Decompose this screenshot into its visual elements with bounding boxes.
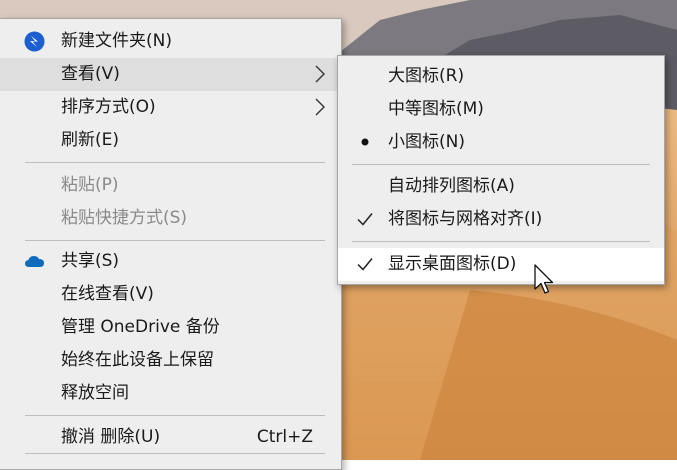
submenu-separator	[352, 241, 650, 242]
submenu-item-label: 自动排列图标(A)	[388, 176, 515, 196]
submenu-item-label: 中等图标(M)	[388, 99, 484, 119]
menu-item-label: 刷新(E)	[61, 130, 120, 150]
menu-item-label: 粘贴(P)	[61, 175, 119, 195]
menu-item-new-folder[interactable]: 新建文件夹(N)	[0, 25, 341, 58]
submenu-item-label: 大图标(R)	[388, 66, 465, 86]
view-submenu: 大图标(R) 中等图标(M) 小图标(N) 自动排列图标(A) 将图标与网格对齐…	[337, 55, 665, 285]
menu-item-paste-shortcut[interactable]: 粘贴快捷方式(S)	[0, 202, 341, 235]
menu-item-label: 释放空间	[61, 383, 129, 403]
checkmark-icon	[356, 255, 374, 273]
submenu-item-label: 将图标与网格对齐(I)	[388, 209, 543, 229]
menu-item-shortcut: Ctrl+Z	[256, 427, 313, 447]
desktop-context-menu: 新建文件夹(N) 查看(V) 排序方式(O) 刷新(E) 粘贴(P) 粘贴快捷方…	[0, 18, 342, 470]
menu-item-undo-delete[interactable]: 撤消 删除(U) Ctrl+Z	[0, 421, 341, 454]
menu-item-label: 查看(V)	[61, 64, 120, 84]
menu-item-label: 排序方式(O)	[61, 97, 156, 117]
menu-item-view[interactable]: 查看(V)	[0, 58, 341, 91]
submenu-separator	[352, 164, 650, 165]
menu-item-refresh[interactable]: 刷新(E)	[0, 124, 341, 157]
menu-item-label: 撤消 删除(U)	[61, 427, 161, 447]
submenu-item-medium-icons[interactable]: 中等图标(M)	[338, 93, 664, 126]
menu-item-label: 始终在此设备上保留	[61, 350, 214, 370]
submenu-item-large-icons[interactable]: 大图标(R)	[338, 60, 664, 93]
menu-separator	[25, 415, 325, 416]
submenu-item-show-desktop-icons[interactable]: 显示桌面图标(D)	[338, 248, 664, 281]
radio-dot-icon	[356, 133, 374, 151]
menu-item-share[interactable]: 共享(S)	[0, 245, 341, 278]
menu-separator	[25, 162, 325, 163]
menu-item-label: 粘贴快捷方式(S)	[61, 208, 188, 228]
menu-item-always-keep-on-device[interactable]: 始终在此设备上保留	[0, 344, 341, 377]
menu-item-label: 管理 OneDrive 备份	[61, 317, 220, 337]
submenu-item-label: 小图标(N)	[388, 132, 465, 152]
menu-item-view-online[interactable]: 在线查看(V)	[0, 278, 341, 311]
menu-item-free-up-space[interactable]: 释放空间	[0, 377, 341, 410]
chevron-right-icon	[315, 65, 325, 83]
mouse-pointer-icon	[534, 264, 556, 296]
submenu-item-align-to-grid[interactable]: 将图标与网格对齐(I)	[338, 203, 664, 236]
submenu-item-label: 显示桌面图标(D)	[388, 254, 517, 274]
chevron-right-icon	[315, 98, 325, 116]
menu-item-paste[interactable]: 粘贴(P)	[0, 169, 341, 202]
submenu-item-small-icons[interactable]: 小图标(N)	[338, 126, 664, 159]
submenu-item-auto-arrange[interactable]: 自动排列图标(A)	[338, 170, 664, 203]
checkmark-icon	[356, 210, 374, 228]
menu-item-sort-by[interactable]: 排序方式(O)	[0, 91, 341, 124]
menu-item-label: 在线查看(V)	[61, 284, 154, 304]
menu-separator	[25, 453, 325, 454]
menu-item-manage-onedrive-backup[interactable]: 管理 OneDrive 备份	[0, 311, 341, 344]
menu-item-label: 新建文件夹(N)	[61, 31, 172, 51]
menu-separator	[25, 240, 325, 241]
new-folder-icon	[24, 31, 45, 52]
onedrive-cloud-icon	[24, 251, 45, 272]
menu-item-label: 共享(S)	[61, 251, 120, 271]
